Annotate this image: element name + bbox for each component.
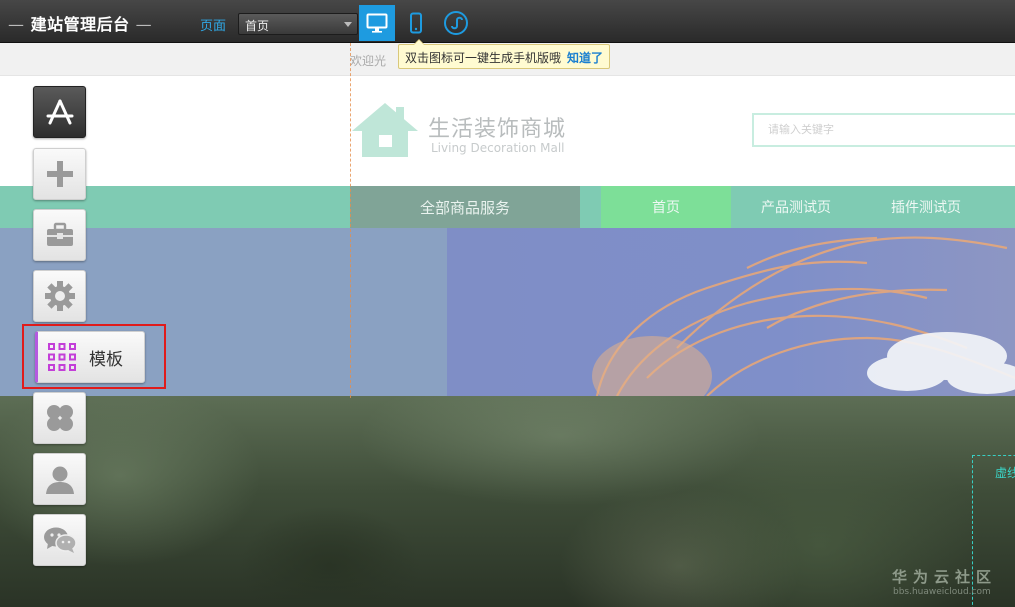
- plus-icon: [46, 161, 73, 187]
- mini-program-icon: [444, 11, 468, 35]
- app-store-tool-button[interactable]: [33, 86, 86, 138]
- background-photo: 虚线 华为云社区 bbs.huaweicloud.com: [0, 396, 1015, 607]
- gear-icon: [44, 281, 75, 311]
- search-input[interactable]: [754, 115, 1015, 145]
- virtual-frame-label: 虚线: [995, 466, 1015, 480]
- mobile-icon: [410, 12, 422, 34]
- mobile-tip-tooltip: 双击图标可一键生成手机版哦 知道了: [398, 39, 611, 69]
- logo-subtitle: Living Decoration Mall: [431, 141, 565, 155]
- mobile-view-button[interactable]: [398, 5, 434, 41]
- desktop-icon: [366, 13, 388, 33]
- template-tool-label: 模板: [89, 349, 123, 370]
- grid-icon: [48, 343, 76, 371]
- toolbox-tool-button[interactable]: [33, 209, 86, 261]
- admin-title: — 建站管理后台 —: [8, 15, 153, 34]
- app-store-icon: [46, 99, 73, 125]
- jellyfish-illustration: [592, 236, 1015, 396]
- account-tool-button[interactable]: [33, 453, 86, 505]
- search-box: [752, 113, 1015, 147]
- page-select[interactable]: 首页: [238, 13, 358, 35]
- toolbox-icon: [46, 222, 73, 246]
- site-header: 生活装饰商城 Living Decoration Mall: [0, 76, 1015, 186]
- watermark-url: bbs.huaweicloud.com: [893, 587, 991, 597]
- hero-banner: [0, 228, 1015, 396]
- chevron-down-icon: [344, 22, 352, 27]
- house-logo-icon: [352, 103, 418, 157]
- all-products-menu[interactable]: 全部商品服务: [350, 186, 580, 228]
- tooltip-ok-link[interactable]: 知道了: [567, 51, 603, 65]
- logo-title: 生活装饰商城: [428, 117, 567, 142]
- add-tool-button[interactable]: [33, 148, 86, 200]
- banner-jellyfish-image: [447, 228, 1015, 396]
- nav-item-plugin-test[interactable]: 插件测试页: [861, 186, 991, 228]
- nav-item-product-test[interactable]: 产品测试页: [731, 186, 861, 228]
- page-select-value: 首页: [245, 19, 270, 33]
- clover-icon: [46, 405, 73, 431]
- wechat-icon: [43, 527, 77, 553]
- user-icon: [45, 466, 74, 494]
- settings-tool-button[interactable]: [33, 270, 86, 322]
- welcome-text: 欢迎光: [350, 54, 387, 68]
- page-label: 页面: [200, 19, 227, 34]
- nav-item-home[interactable]: 首页: [601, 186, 731, 228]
- desktop-view-button[interactable]: [359, 5, 395, 41]
- admin-title-text: 建站管理后台: [30, 15, 130, 34]
- main-nav: 全部商品服务 首页 产品测试页 插件测试页: [0, 186, 1015, 228]
- wechat-tool-button[interactable]: [33, 514, 86, 566]
- watermark-name: 华为云社区: [892, 568, 998, 586]
- tooltip-text: 双击图标可一键生成手机版哦: [405, 51, 562, 65]
- admin-topbar: — 建站管理后台 — 页面 首页: [0, 0, 1015, 43]
- site-logo[interactable]: 生活装饰商城 Living Decoration Mall: [350, 101, 590, 161]
- layout-guide-line: [350, 43, 351, 398]
- template-tool-button[interactable]: 模板: [35, 331, 145, 383]
- site-preview: 欢迎光 生活装饰商城 Living Decoration Mall 全部商品服务…: [0, 43, 1015, 607]
- mini-program-view-button[interactable]: [438, 5, 474, 41]
- modules-tool-button[interactable]: [33, 392, 86, 444]
